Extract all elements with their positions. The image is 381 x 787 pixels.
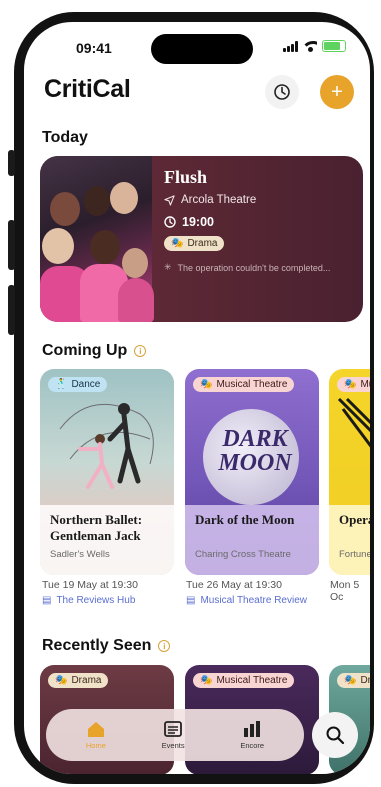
- event-venue: Arcola Theatre: [181, 194, 257, 206]
- tab-bar: Home Events Encore: [46, 709, 304, 761]
- genre-label: Musical Theatre: [216, 379, 288, 390]
- add-event-button[interactable]: +: [320, 75, 354, 109]
- genre-tag: 🎭 Musical Theatre: [193, 377, 295, 392]
- side-button: [8, 220, 15, 270]
- section-title: Recently Seen: [42, 637, 152, 654]
- info-icon[interactable]: i: [134, 345, 147, 357]
- review-source: Musical Theatre Review: [200, 595, 307, 606]
- today-event-card[interactable]: Flush Arcola Theatre 19:00 🎭 Drama ✳ The…: [40, 156, 363, 322]
- signal-icon: [283, 40, 298, 52]
- error-message: The operation couldn't be completed...: [177, 262, 331, 273]
- side-button: [8, 150, 15, 176]
- genre-tag: 🎭 Drama: [337, 673, 370, 688]
- theatre-masks-icon: 🎭: [171, 238, 184, 249]
- wifi-icon: [303, 40, 317, 52]
- info-icon[interactable]: i: [158, 640, 171, 652]
- app-title: CritiCal: [44, 75, 131, 103]
- genre-label: Drama: [187, 238, 218, 249]
- tab-label: Home: [85, 741, 106, 750]
- search-icon: [326, 726, 345, 745]
- poster-title: DARK MOON: [218, 426, 292, 476]
- calendar-icon: [164, 721, 183, 737]
- status-time: 09:41: [76, 40, 112, 56]
- genre-tag: 🎭 Drama: [48, 673, 109, 688]
- plus-icon: +: [331, 81, 343, 103]
- event-time-row: 19:00: [164, 215, 214, 229]
- document-icon: ▤: [186, 595, 196, 606]
- event-card[interactable]: DARK MOON 🎭 Musical Theatre Dark of the …: [185, 369, 319, 575]
- theatre-masks-icon: 🎭: [344, 675, 357, 686]
- spinner-icon: ✳: [164, 262, 172, 272]
- section-today: Today: [42, 129, 88, 147]
- event-card[interactable]: 🕺 Dance Northern Ballet: Gentleman Jack …: [40, 369, 174, 575]
- event-date: Mon 5 Oc: [330, 579, 360, 603]
- document-icon: ▤: [42, 595, 52, 606]
- location-arrow-icon: [164, 194, 175, 206]
- app-screen: 09:41 CritiCal + Today Flush Arcola Thea…: [24, 22, 370, 774]
- theatre-masks-icon: 🎭: [200, 379, 213, 390]
- genre-tag: 🎭 Musical Theatre: [193, 673, 295, 688]
- genre-label: Drama: [360, 675, 370, 686]
- theatre-masks-icon: 🎭: [344, 379, 357, 390]
- search-button[interactable]: [312, 712, 358, 758]
- event-genre-row: 🎭 Drama: [164, 236, 225, 251]
- genre-tag: 🎭 Mus: [337, 377, 370, 392]
- bar-chart-icon: [244, 721, 261, 737]
- dynamic-island: [151, 34, 253, 64]
- review-source: The Reviews Hub: [56, 595, 136, 606]
- event-title: Flush: [164, 167, 208, 187]
- event-time: 19:00: [182, 215, 214, 229]
- genre-tag: 🎭 Drama: [164, 236, 225, 251]
- event-title: Dark of the Moon: [195, 512, 295, 527]
- clock-filter-button[interactable]: [265, 75, 299, 109]
- genre-label: Mus: [360, 379, 370, 390]
- dancer-icon: 🕺: [55, 379, 68, 390]
- house-icon: [87, 722, 104, 737]
- tab-events[interactable]: Events: [162, 720, 185, 750]
- event-venue-row: Arcola Theatre: [164, 194, 256, 206]
- event-poster: [40, 156, 154, 322]
- error-row: ✳ The operation couldn't be completed...: [164, 262, 330, 273]
- clock-icon: [274, 84, 290, 100]
- tab-encore[interactable]: Encore: [240, 720, 264, 750]
- genre-label: Drama: [71, 675, 102, 686]
- review-link[interactable]: ▤ The Reviews Hub: [42, 595, 135, 606]
- theatre-masks-icon: 🎭: [200, 675, 213, 686]
- battery-icon: [322, 40, 346, 52]
- event-date: Tue 26 May at 19:30: [186, 579, 282, 591]
- tab-label: Events: [161, 741, 185, 750]
- event-title: Opera Mince: [339, 512, 370, 527]
- event-venue: Charing Cross Theatre: [195, 549, 291, 560]
- status-icons: [283, 40, 346, 52]
- event-date: Tue 19 May at 19:30: [42, 579, 138, 591]
- section-title: Coming Up: [42, 342, 128, 359]
- genre-label: Dance: [71, 379, 101, 390]
- genre-tag: 🕺 Dance: [48, 377, 108, 392]
- genre-label: Musical Theatre: [216, 675, 288, 686]
- side-button: [8, 285, 15, 335]
- tab-label: Encore: [240, 741, 265, 750]
- tab-home[interactable]: Home: [86, 720, 106, 750]
- theatre-masks-icon: 🎭: [55, 675, 68, 686]
- section-coming-up: Coming Up i: [42, 342, 147, 360]
- review-link[interactable]: ▤ Musical Theatre Review: [186, 595, 307, 606]
- section-title: Today: [42, 129, 88, 146]
- event-venue: Fortune: [339, 549, 370, 560]
- section-recently-seen: Recently Seen i: [42, 637, 171, 655]
- event-venue: Sadler's Wells: [50, 549, 110, 560]
- event-title: Northern Ballet: Gentleman Jack: [50, 512, 143, 543]
- event-card[interactable]: 🎭 Mus Opera Mince Fortune: [329, 369, 370, 575]
- clock-icon: [164, 216, 176, 228]
